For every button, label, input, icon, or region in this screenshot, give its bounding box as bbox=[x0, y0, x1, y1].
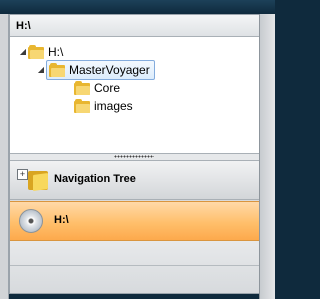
folder-icon bbox=[74, 99, 90, 113]
right-scrollbar[interactable] bbox=[259, 14, 275, 299]
tree-item-label: Core bbox=[94, 81, 121, 95]
navigation-tree-label: Navigation Tree bbox=[54, 173, 136, 185]
drive-button[interactable]: H:\ bbox=[10, 201, 259, 241]
splitter-handle[interactable] bbox=[10, 153, 259, 161]
expand-arrow-icon[interactable]: ◢ bbox=[18, 47, 28, 57]
tree-item-images[interactable]: images bbox=[74, 97, 133, 115]
tree-item-label: images bbox=[94, 99, 133, 113]
cd-disc-icon bbox=[19, 209, 43, 233]
tree-item-label: H:\ bbox=[48, 45, 64, 59]
divider bbox=[10, 265, 259, 266]
selected-tree-item[interactable]: MasterVoyager bbox=[46, 60, 155, 80]
navigation-tree-button[interactable]: + Navigation Tree bbox=[10, 161, 259, 200]
expand-arrow-icon[interactable]: ◢ bbox=[36, 65, 46, 75]
navigation-panel: H:\ ◢ H:\ ◢ MasterVoyager Core images + bbox=[9, 14, 260, 294]
grip-icon bbox=[114, 155, 154, 158]
plus-icon[interactable]: + bbox=[17, 169, 28, 180]
folder-icon bbox=[28, 168, 48, 192]
tree-item-mastervoyager[interactable]: ◢ MasterVoyager bbox=[36, 60, 155, 80]
folder-tree: ◢ H:\ ◢ MasterVoyager Core images bbox=[10, 37, 259, 153]
window-top-edge bbox=[0, 0, 275, 14]
panel-header-title: H:\ bbox=[10, 15, 259, 37]
folder-icon bbox=[28, 45, 44, 59]
tree-item-label: MasterVoyager bbox=[69, 63, 150, 77]
folder-icon bbox=[74, 81, 90, 95]
folder-open-icon bbox=[49, 63, 65, 77]
tree-item-core[interactable]: Core bbox=[74, 79, 120, 97]
tree-item-drive[interactable]: ◢ H:\ bbox=[18, 43, 63, 61]
empty-nav-area bbox=[10, 241, 259, 293]
drive-label: H:\ bbox=[54, 214, 69, 226]
left-edge bbox=[0, 14, 9, 299]
